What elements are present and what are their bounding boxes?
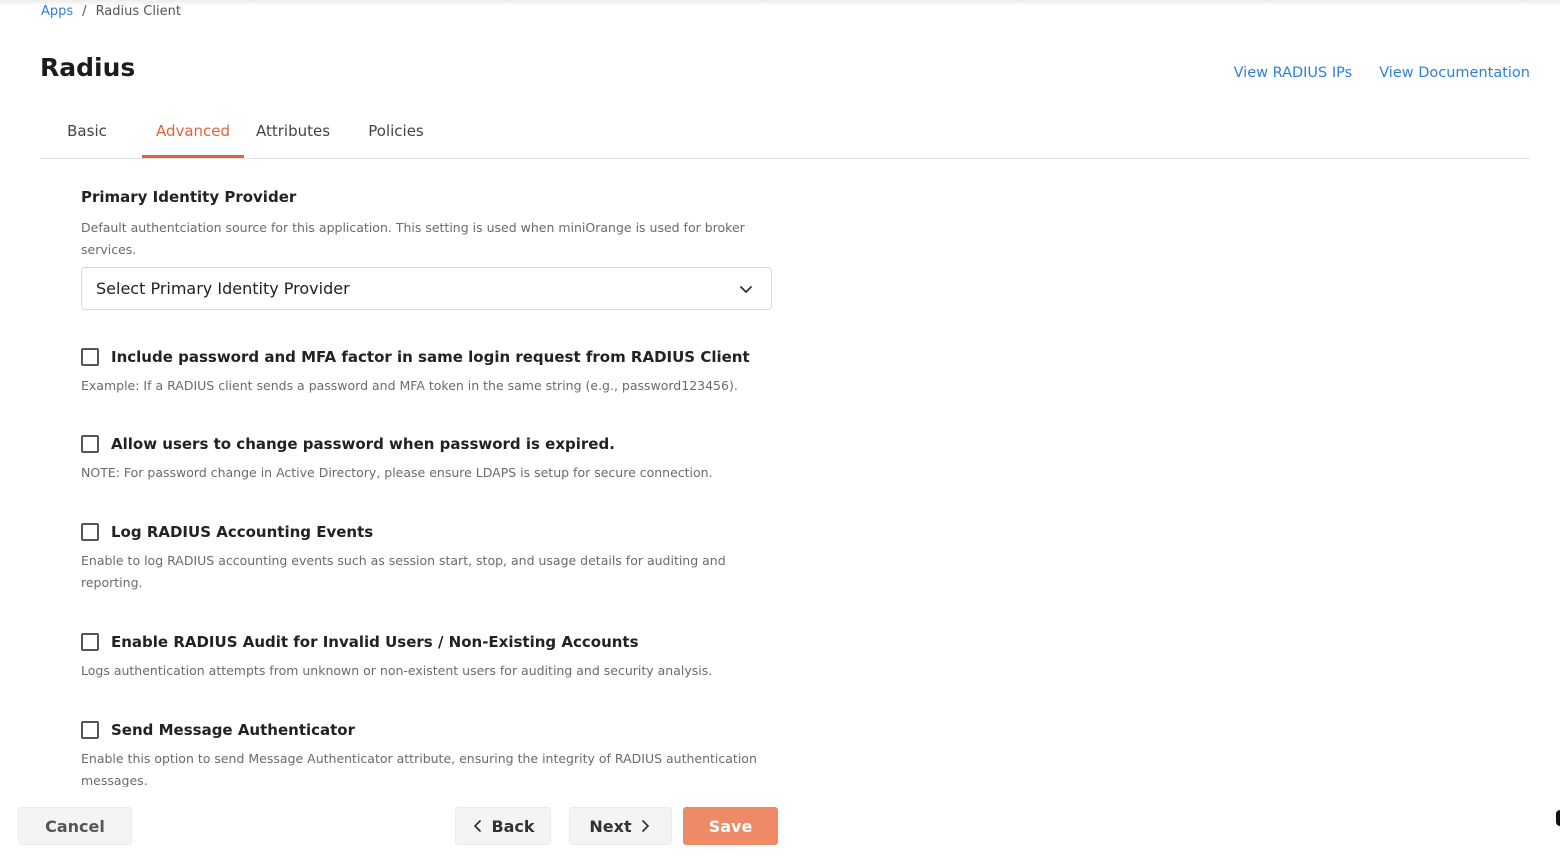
- breadcrumb-apps-link[interactable]: Apps: [41, 4, 73, 19]
- breadcrumb: Apps / Radius Client: [41, 4, 181, 19]
- option-label: Enable RADIUS Audit for Invalid Users / …: [111, 633, 639, 651]
- next-button[interactable]: Next: [569, 807, 672, 845]
- option-label: Allow users to change password when pass…: [111, 435, 615, 453]
- option-password-mfa: Include password and MFA factor in same …: [81, 348, 781, 397]
- breadcrumb-separator: /: [82, 4, 87, 19]
- option-audit-invalid-users: Enable RADIUS Audit for Invalid Users / …: [81, 633, 781, 682]
- accounting-events-checkbox[interactable]: [81, 523, 99, 541]
- chevron-down-icon: [740, 285, 752, 293]
- option-accounting-events: Log RADIUS Accounting Events Enable to l…: [81, 523, 781, 594]
- page-title: Radius: [40, 53, 136, 82]
- back-button[interactable]: Back: [455, 807, 551, 845]
- chevron-left-icon: [474, 820, 482, 832]
- option-description: Enable this option to send Message Authe…: [81, 751, 757, 788]
- footer-bar: Cancel Back Next Save: [0, 787, 1560, 858]
- option-description: Example: If a RADIUS client sends a pass…: [81, 378, 738, 393]
- password-mfa-checkbox[interactable]: [81, 348, 99, 366]
- option-label: Send Message Authenticator: [111, 721, 356, 739]
- cancel-button-label: Cancel: [45, 816, 105, 836]
- audit-invalid-users-checkbox[interactable]: [81, 633, 99, 651]
- primary-idp-title: Primary Identity Provider: [81, 188, 297, 206]
- primary-idp-select[interactable]: Select Primary Identity Provider: [81, 267, 772, 310]
- chevron-right-icon: [641, 820, 649, 832]
- view-radius-ips-link[interactable]: View RADIUS IPs: [1234, 65, 1353, 81]
- header-links: View RADIUS IPs View Documentation: [1234, 65, 1530, 81]
- message-authenticator-checkbox[interactable]: [81, 721, 99, 739]
- option-description: Logs authentication attempts from unknow…: [81, 663, 713, 678]
- breadcrumb-current: Radius Client: [95, 4, 181, 19]
- tab-attributes[interactable]: Attributes: [248, 108, 338, 158]
- option-message-authenticator: Send Message Authenticator Enable this o…: [81, 721, 781, 792]
- option-label: Log RADIUS Accounting Events: [111, 523, 374, 541]
- option-description: Enable to log RADIUS accounting events s…: [81, 553, 726, 590]
- tab-bar: Basic Advanced Attributes Policies: [40, 108, 1530, 159]
- back-button-label: Back: [491, 816, 535, 836]
- cancel-button[interactable]: Cancel: [18, 807, 132, 845]
- change-password-checkbox[interactable]: [81, 435, 99, 453]
- primary-idp-description: Default authentciation source for this a…: [81, 220, 745, 257]
- primary-idp-select-value: Select Primary Identity Provider: [96, 279, 350, 298]
- tab-advanced[interactable]: Advanced: [142, 108, 244, 158]
- tab-basic[interactable]: Basic: [48, 108, 126, 158]
- option-change-password: Allow users to change password when pass…: [81, 435, 781, 484]
- top-shadow: [0, 0, 1560, 6]
- option-label: Include password and MFA factor in same …: [111, 348, 750, 366]
- save-button[interactable]: Save: [683, 807, 778, 845]
- radius-app-page: Apps / Radius Client Radius View RADIUS …: [0, 0, 1560, 858]
- scroll-edge-mark: [1556, 810, 1560, 826]
- next-button-label: Next: [589, 816, 632, 836]
- save-button-label: Save: [708, 816, 753, 836]
- option-description: NOTE: For password change in Active Dire…: [81, 465, 713, 480]
- view-documentation-link[interactable]: View Documentation: [1379, 65, 1530, 81]
- tab-policies[interactable]: Policies: [356, 108, 436, 158]
